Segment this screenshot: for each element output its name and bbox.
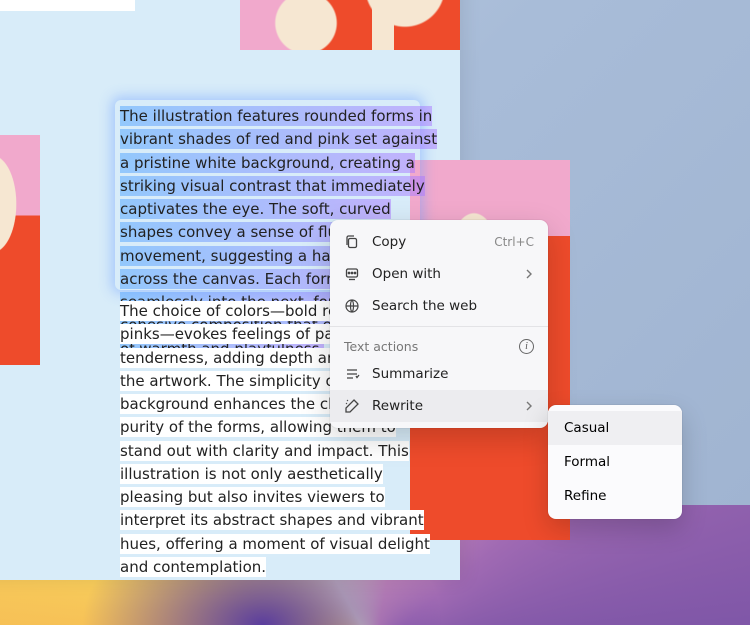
- globe-icon: [344, 298, 360, 314]
- menu-item-search-web[interactable]: Search the web: [330, 290, 548, 322]
- submenu-label: Refine: [564, 488, 606, 504]
- menu-label: Rewrite: [372, 398, 423, 414]
- menu-shortcut: Ctrl+C: [494, 235, 534, 249]
- submenu-item-formal[interactable]: Formal: [548, 445, 682, 479]
- menu-label: Open with: [372, 266, 441, 282]
- illustration-left: [0, 135, 40, 365]
- menu-item-open-with[interactable]: Open with: [330, 258, 548, 290]
- menu-item-rewrite[interactable]: Rewrite: [330, 390, 548, 422]
- copy-icon: [344, 234, 360, 250]
- submenu-label: Formal: [564, 454, 610, 470]
- rewrite-submenu: Casual Formal Refine: [548, 405, 682, 519]
- menu-item-copy[interactable]: Copy Ctrl+C: [330, 226, 548, 258]
- rewrite-icon: [344, 398, 360, 414]
- section-label: Text actions: [344, 339, 418, 354]
- menu-label: Copy: [372, 234, 406, 250]
- menu-divider: [330, 326, 548, 327]
- open-with-icon: [344, 266, 360, 282]
- menu-label: Summarize: [372, 366, 448, 382]
- menu-label: Search the web: [372, 298, 477, 314]
- submenu-item-refine[interactable]: Refine: [548, 479, 682, 513]
- illustration-top: [240, 0, 460, 50]
- submenu-item-casual[interactable]: Casual: [548, 411, 682, 445]
- submenu-label: Casual: [564, 420, 609, 436]
- menu-section-header: Text actions i: [330, 331, 548, 358]
- info-icon[interactable]: i: [519, 339, 534, 354]
- context-menu: Copy Ctrl+C Open with Search the web: [330, 220, 548, 428]
- chevron-right-icon: [524, 401, 534, 411]
- chevron-right-icon: [524, 269, 534, 279]
- page-title: n Color: [0, 0, 135, 11]
- summarize-icon: [344, 366, 360, 382]
- menu-item-summarize[interactable]: Summarize: [330, 358, 548, 390]
